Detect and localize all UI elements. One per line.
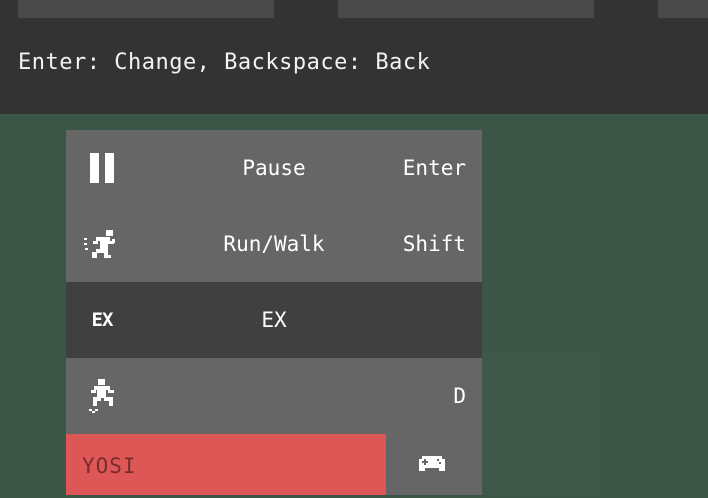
binding-key: Enter (402, 156, 466, 180)
gamepad-icon[interactable] (418, 454, 446, 474)
tab-3[interactable] (658, 0, 708, 18)
binding-row-jump[interactable]: D (66, 358, 482, 434)
binding-row-pause[interactable]: Pause Enter (66, 130, 482, 206)
profile-selector[interactable]: YOSI (66, 434, 386, 495)
panel-backdrop (482, 352, 600, 495)
binding-row-run-walk[interactable]: Run/Walk Shift (66, 206, 482, 282)
binding-label (186, 358, 362, 434)
pause-icon (82, 130, 122, 206)
profile-row: YOSI (66, 434, 482, 495)
binding-row-ex[interactable]: EX EX (66, 282, 482, 358)
binding-key: Shift (402, 232, 466, 256)
tab-1[interactable] (18, 0, 274, 18)
header-bar: Enter: Change, Backspace: Back (0, 0, 708, 114)
binding-label: Run/Walk (223, 232, 325, 256)
controls-hint: Enter: Change, Backspace: Back (18, 50, 431, 75)
tab-2[interactable] (338, 0, 594, 18)
profile-name: YOSI (82, 454, 137, 478)
run-icon (82, 206, 122, 282)
ex-icon: EX (91, 309, 114, 331)
binding-label: Pause (242, 156, 306, 180)
jump-icon (82, 358, 122, 434)
binding-key: D (453, 384, 466, 408)
key-binding-menu: Pause Enter Run/Walk Shift EX EX D YOSI (66, 130, 482, 495)
binding-label: EX (261, 308, 287, 332)
